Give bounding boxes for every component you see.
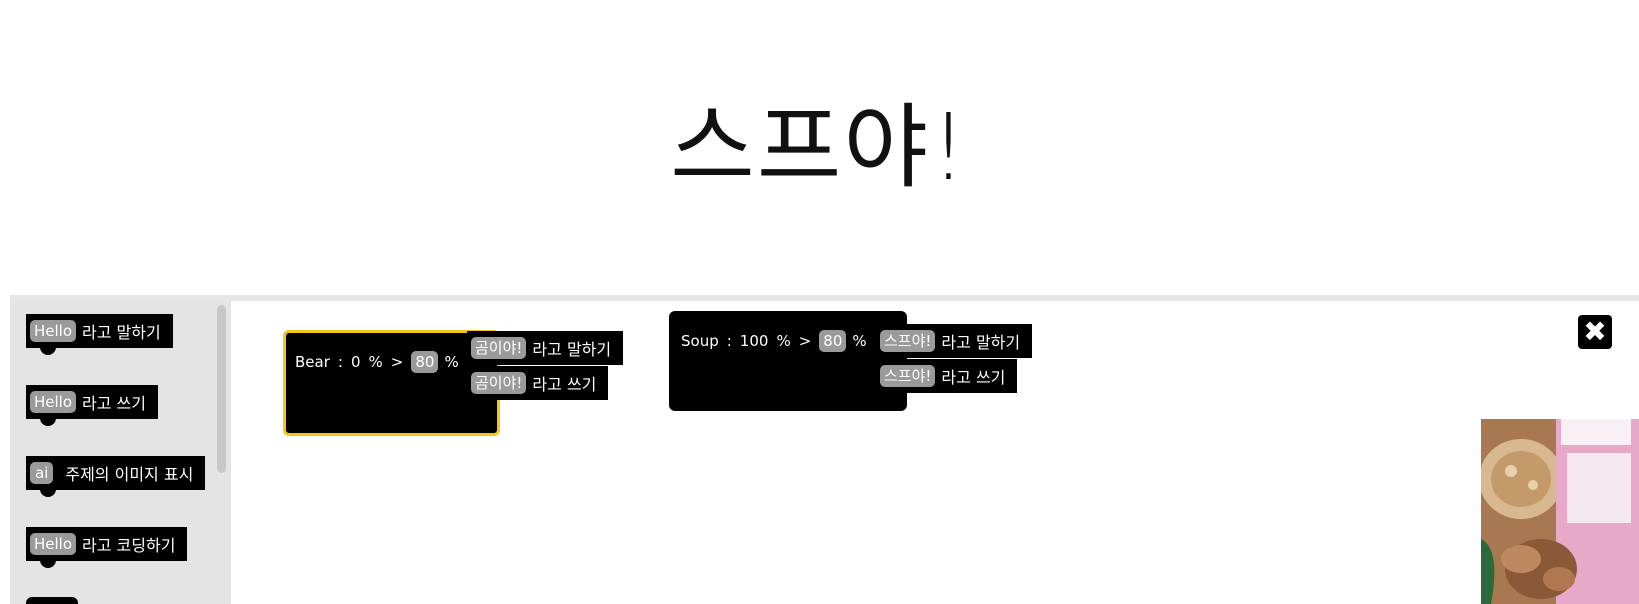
block-label: 라고 말하기 [82, 323, 161, 342]
event-condition: Bear : 0 % > 80 % [295, 351, 459, 373]
block-input-pill[interactable]: Hello [30, 533, 77, 555]
action-block-write[interactable]: 스프야! 라고 쓰기 [876, 359, 1018, 393]
block-label: 라고 쓰기 [532, 375, 597, 394]
toolbox-block-say[interactable]: Hello 라고 말하기 [26, 314, 173, 355]
toolbox-block-partial[interactable] [26, 597, 78, 604]
block-input-pill[interactable]: ai [30, 462, 54, 484]
event-value: 0 [350, 353, 361, 371]
block-input-pill[interactable]: 곰이야! [471, 337, 527, 359]
event-condition: Soup : 100 % > 80 % [681, 330, 867, 352]
block-input-pill[interactable]: 스프야! [880, 365, 936, 387]
blocks-workspace[interactable]: Hello 라고 말하기 Hello 라고 쓰기 ai 주제의 이미지 표시 H… [10, 301, 1639, 604]
block-label: 주제의 이미지 표시 [65, 465, 194, 484]
block-input-pill[interactable]: 곰이야! [471, 372, 527, 394]
event-name: Bear [295, 353, 330, 371]
event-value: 100 [739, 332, 769, 350]
block-label: 라고 쓰기 [941, 368, 1006, 387]
block-label: 라고 말하기 [941, 333, 1021, 352]
event-colon: : [337, 353, 343, 371]
page-title: 스프야! [670, 94, 969, 201]
toolbox-block-write[interactable]: Hello 라고 쓰기 [26, 385, 158, 426]
toolbox-scrollbar[interactable] [217, 305, 226, 473]
block-notch [40, 347, 56, 355]
block-label: 라고 코딩하기 [82, 536, 176, 555]
threshold-input[interactable]: 80 [819, 330, 847, 352]
toolbox-block-code[interactable]: Hello 라고 코딩하기 [26, 527, 188, 568]
header: 스프야! [0, 0, 1639, 295]
event-block-soup[interactable]: Soup : 100 % > 80 % [669, 311, 907, 411]
action-block-write[interactable]: 곰이야! 라고 쓰기 [467, 366, 609, 400]
event-unit-2: % [852, 332, 867, 350]
action-block-say[interactable]: 곰이야! 라고 말하기 [467, 331, 624, 365]
block-notch [40, 560, 56, 568]
event-operator: > [390, 353, 404, 371]
event-name: Soup [681, 332, 719, 350]
block-input-pill[interactable]: Hello [30, 320, 77, 342]
event-operator: > [798, 332, 812, 350]
toolbox-block-show-image[interactable]: ai 주제의 이미지 표시 [26, 456, 206, 497]
camera-preview-image [1481, 419, 1639, 604]
block-notch [40, 418, 56, 426]
close-icon[interactable]: ✖ [1578, 315, 1612, 349]
event-unit: % [776, 332, 791, 350]
event-unit-2: % [444, 353, 459, 371]
toolbox: Hello 라고 말하기 Hello 라고 쓰기 ai 주제의 이미지 표시 H… [10, 301, 231, 604]
event-unit: % [368, 353, 383, 371]
block-notch [40, 489, 56, 497]
threshold-input[interactable]: 80 [411, 351, 439, 373]
block-input-pill[interactable]: 스프야! [880, 330, 936, 352]
block-input-pill[interactable]: Hello [30, 391, 77, 413]
block-label: 라고 쓰기 [82, 394, 146, 413]
block-label: 라고 말하기 [532, 340, 612, 359]
action-block-say[interactable]: 스프야! 라고 말하기 [876, 324, 1033, 358]
event-colon: : [726, 332, 732, 350]
